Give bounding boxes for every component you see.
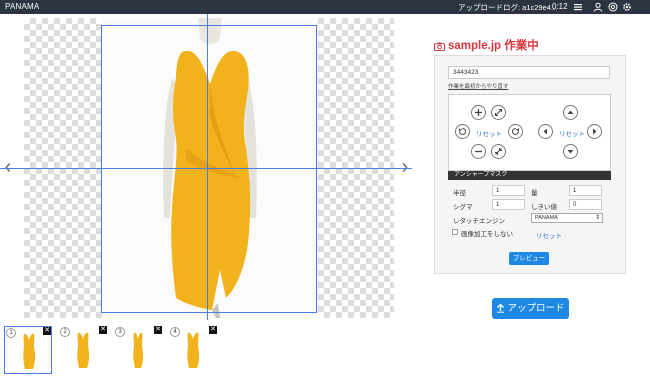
no-processing-label: 画像加工をしない [461, 231, 513, 238]
amount-input[interactable]: 1 [569, 185, 602, 196]
thumbnail-number: 4 [170, 327, 180, 337]
upload-log-link[interactable]: アップロードログ: a1c29e4... [458, 2, 557, 13]
remove-thumbnail-icon[interactable]: ✕ [154, 326, 162, 334]
site-status-label: sample.jp 作業中 [448, 40, 539, 52]
reset-filter-link[interactable]: リセット [536, 230, 562, 240]
thumbnail-dress-image [133, 332, 143, 368]
session-timer: 0:12 [552, 2, 568, 11]
thumbnail-number: 1 [6, 328, 16, 338]
remove-thumbnail-icon[interactable]: ✕ [99, 326, 107, 334]
move-right-button[interactable] [587, 124, 602, 139]
menu-icon[interactable] [573, 2, 583, 12]
threshold-input[interactable]: 0 [569, 199, 602, 210]
retouch-engine-label: レタッチエンジン [453, 218, 505, 225]
retouch-engine-value: PANAMA [535, 215, 558, 221]
gear-icon[interactable] [622, 2, 632, 12]
thumbnail-number: 2 [60, 327, 70, 337]
remove-thumbnail-icon[interactable]: ✕ [209, 326, 217, 334]
rotate-left-button[interactable] [455, 124, 470, 139]
expand-button[interactable] [491, 105, 506, 120]
move-up-button[interactable] [563, 105, 578, 120]
thumbnail-dress-image [23, 333, 35, 369]
next-image-arrow[interactable]: › [399, 156, 411, 178]
upload-button[interactable]: アップロード [492, 298, 569, 319]
move-left-button[interactable] [538, 124, 553, 139]
camera-icon [434, 42, 445, 51]
chevron-updown-icon: ⇕ [594, 215, 600, 221]
prev-image-arrow[interactable]: ‹ [2, 156, 14, 178]
remove-thumbnail-icon[interactable]: ✕ [43, 327, 51, 335]
reset-move-link[interactable]: リセット [559, 128, 585, 138]
shrink-button[interactable] [491, 144, 506, 159]
rotate-right-button[interactable] [508, 124, 523, 139]
thumbnail-number: 3 [115, 327, 125, 337]
reset-all-link[interactable]: 作業を最初からやり直す [448, 82, 509, 90]
thumbnail-1[interactable]: 1 ✕ [4, 326, 52, 374]
vertical-center-guide [207, 14, 208, 320]
preview-button[interactable]: プレビュー [509, 252, 549, 265]
radius-input[interactable]: 1 [492, 185, 525, 196]
sigma-label: シグマ [453, 204, 473, 211]
thumbnail-2[interactable]: 2 ✕ [59, 326, 107, 374]
zoom-in-button[interactable] [471, 105, 486, 120]
retouch-engine-select[interactable]: PANAMA ⇕ [531, 213, 603, 223]
thumbnail-3[interactable]: 3 ✕ [114, 326, 162, 374]
radius-label: 半径 [453, 190, 466, 197]
no-processing-checkbox[interactable] [452, 229, 458, 235]
threshold-label: しきい値 [531, 204, 557, 211]
app-brand: PANAMA [5, 2, 40, 11]
move-down-button[interactable] [563, 144, 578, 159]
reset-zoom-link[interactable]: リセット [476, 128, 502, 138]
transform-controls: リセット リセット [448, 94, 611, 171]
horizontal-center-guide [0, 168, 412, 169]
unsharp-mask-header: アンシャープマスク [448, 171, 611, 180]
upload-button-label: アップロード [507, 303, 565, 314]
thumbnail-4[interactable]: 4 ✕ [169, 326, 217, 374]
at-icon[interactable] [608, 2, 618, 12]
item-id-field[interactable]: 3443423 [448, 66, 610, 79]
sigma-input[interactable]: 1 [492, 199, 525, 210]
zoom-out-button[interactable] [471, 144, 486, 159]
amount-label: 量 [531, 190, 538, 197]
thumbnail-dress-image [77, 332, 89, 368]
thumbnail-dress-image [187, 332, 199, 368]
top-bar: PANAMA アップロードログ: a1c29e4... 0:12 [0, 0, 650, 14]
crop-frame[interactable] [101, 25, 317, 313]
user-icon[interactable] [593, 2, 603, 12]
upload-icon [497, 303, 505, 313]
site-status-title: sample.jp 作業中 [434, 37, 539, 53]
